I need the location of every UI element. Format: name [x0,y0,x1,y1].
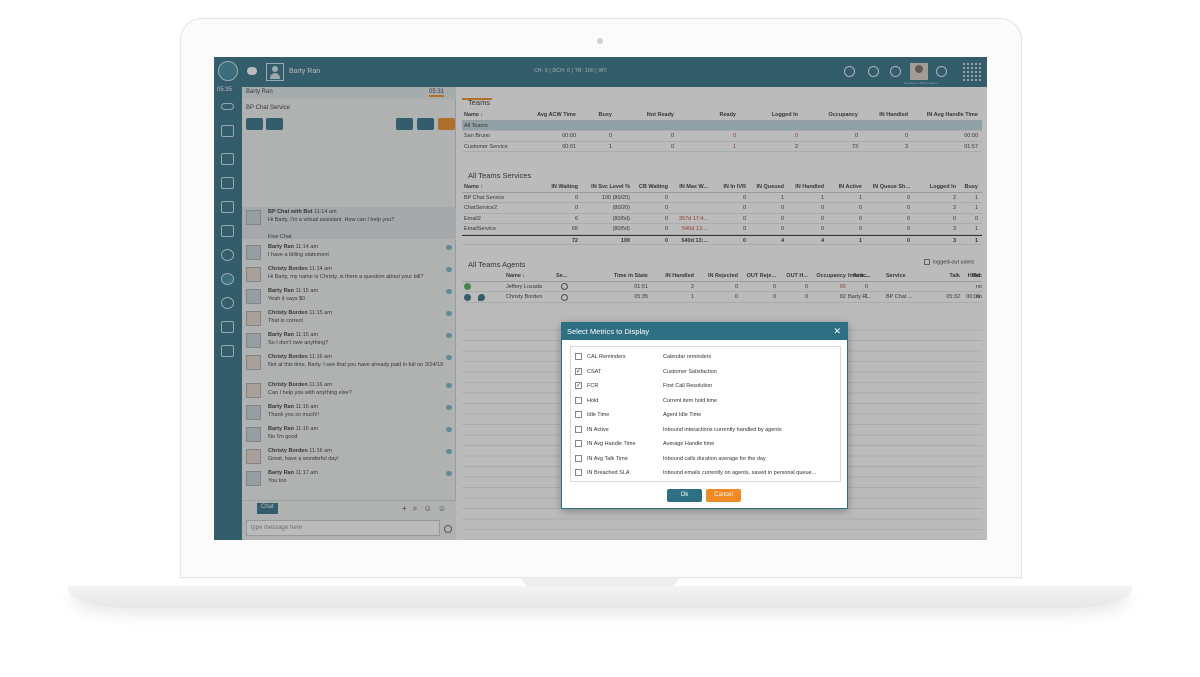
metric-option[interactable]: CAL Reminders Calendar reminders [571,350,840,364]
metric-option[interactable]: ✓ FCR First Call Resolution [571,379,840,393]
metric-description: Current item hold time [663,397,718,404]
metric-checkbox[interactable] [575,440,582,447]
cancel-button[interactable]: Cancel [706,489,741,502]
metric-option[interactable]: IN Active Inbound interactions currently … [571,423,840,437]
metric-name: IN Breached SLA [587,470,630,476]
metric-checkbox[interactable] [575,425,582,433]
metric-description: First Call Resolution [663,383,713,389]
ok-button[interactable]: Ok [667,489,702,502]
metric-option[interactable]: IN Breached SLA Inbound emails currently … [571,466,840,480]
metric-option[interactable]: Hold Current item hold time [571,394,840,408]
metric-option[interactable]: IN Avg Handle Time Average Handle time [571,437,840,451]
camera [597,38,603,44]
app-screen: Barty Ran CH: 0 | DCH: 0 | TR: 100 | WT:… [214,57,987,540]
metric-description: Calendar reminders [663,354,712,360]
metric-name: IN Avg Talk Time [587,455,628,462]
laptop-base [68,586,1132,608]
metric-checkbox[interactable] [575,411,582,418]
metric-description: Inbound interactions currently handled b… [663,426,782,433]
metric-description: Customer Satisfaction [663,368,717,375]
close-icon[interactable]: ✕ [833,326,841,337]
select-metrics-dialog: Select Metrics to Display ✕ CAL Reminder… [561,322,848,509]
metric-name: Hold [587,397,599,404]
laptop-hinge [522,578,678,586]
metric-name: IN Active [587,426,609,433]
metrics-list: CAL Reminders Calendar reminders ✓ CSAT Cust… [570,346,841,482]
metric-name: IN Avg Handle Time [587,441,636,447]
metric-checkbox[interactable]: ✓ [575,382,582,389]
metric-description: Inbound emails currently on agents, save… [663,470,817,476]
metric-option[interactable]: ✓ CSAT Customer Satisfaction [571,365,840,379]
dialog-title: Select Metrics to Display ✕ [562,323,847,340]
metric-checkbox[interactable] [575,396,582,404]
dialog-title-text: Select Metrics to Display [567,327,650,336]
metric-name: CSAT [587,368,602,375]
metric-name: CAL Reminders [587,354,626,360]
metric-checkbox[interactable] [575,454,582,462]
metric-description: Average Handle time [663,441,715,447]
metric-name: FCR [587,383,599,389]
metric-name: Idle Time [587,412,610,418]
metric-checkbox[interactable] [575,353,582,360]
metric-option[interactable]: IN Avg Talk Time Inbound calls duration a… [571,452,840,466]
metric-checkbox[interactable]: ✓ [575,367,582,375]
metric-description: Inbound calls duration average for the d… [663,455,766,462]
metric-description: Agent Idle Time [663,412,702,418]
metric-option[interactable]: Idle Time Agent Idle Time [571,408,840,422]
metric-checkbox[interactable] [575,469,582,476]
